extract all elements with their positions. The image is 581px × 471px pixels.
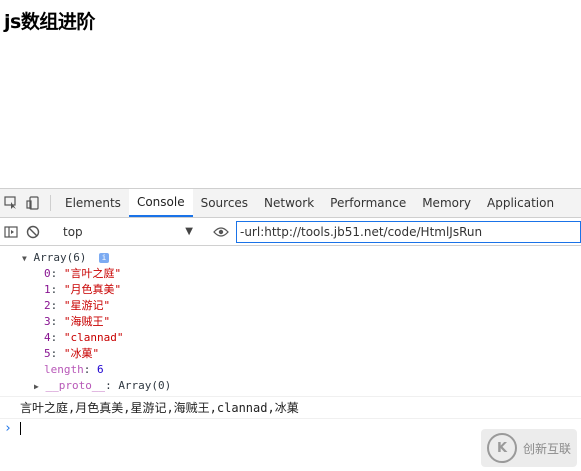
item-index: 5 — [44, 347, 51, 360]
length-value: 6 — [97, 363, 104, 376]
text-cursor — [19, 421, 21, 435]
list-item: 0: "言叶之庭" — [44, 267, 122, 280]
item-value: "星游记" — [63, 299, 111, 312]
watermark-text: 创新互联 — [523, 441, 572, 456]
console-toolbar: top ▼ -url:http://tools.jb51.net/code/Ht… — [0, 218, 581, 246]
watermark-logo: K 创新互联 — [481, 429, 577, 467]
list-item: 4: "clannad" — [44, 331, 124, 344]
live-expression-eye-icon[interactable] — [210, 226, 232, 238]
page-title: js数组进阶 — [4, 11, 95, 33]
array-header: Array(6) — [33, 251, 87, 264]
item-index: 4 — [44, 331, 51, 344]
tab-performance[interactable]: Performance — [322, 189, 414, 217]
list-item: 1: "月色真美" — [44, 283, 122, 296]
inspect-element-icon[interactable] — [0, 189, 22, 217]
item-value: "言叶之庭" — [63, 267, 122, 280]
array-header-row[interactable]: ▼ Array(6) i — [0, 250, 581, 266]
length-row: length: 6 — [44, 363, 104, 376]
item-value: "clannad" — [63, 331, 124, 344]
tab-elements[interactable]: Elements — [57, 189, 129, 217]
prompt-chevron-icon: › — [4, 420, 12, 436]
clear-console-icon[interactable] — [22, 225, 44, 239]
item-index: 0 — [44, 267, 51, 280]
console-filter-value: -url:http://tools.jb51.net/code/HtmlJsRu… — [240, 224, 483, 239]
list-item: 3: "海贼王" — [44, 315, 111, 328]
tab-application[interactable]: Application — [479, 189, 562, 217]
list-item: 5: "冰菓" — [44, 347, 100, 360]
log-message: 言叶之庭,月色真美,星游记,海贼王,clannad,冰菓 — [0, 396, 581, 419]
item-value: "月色真美" — [63, 283, 122, 296]
proto-value: Array(0) — [118, 379, 172, 392]
tab-console[interactable]: Console — [128, 189, 193, 217]
tab-network[interactable]: Network — [256, 189, 322, 217]
tab-sources[interactable]: Sources — [193, 189, 256, 217]
item-value: "冰菓" — [63, 347, 100, 360]
console-filter-input[interactable]: -url:http://tools.jb51.net/code/HtmlJsRu… — [236, 220, 581, 243]
dropdown-arrow-icon: ▼ — [185, 226, 193, 237]
item-value: "海贼王" — [63, 315, 111, 328]
tabbar-divider — [50, 195, 51, 211]
item-index: 3 — [44, 315, 51, 328]
expand-triangle-icon[interactable]: ▼ — [22, 254, 27, 263]
proto-row[interactable]: ▶ __proto__: Array(0) — [0, 378, 581, 394]
device-toolbar-icon[interactable] — [22, 189, 44, 217]
tab-memory[interactable]: Memory — [414, 189, 479, 217]
context-selector[interactable]: top ▼ — [57, 225, 197, 239]
proto-key: __proto__ — [45, 379, 106, 392]
expand-triangle-icon[interactable]: ▶ — [34, 382, 39, 391]
length-key: length — [44, 363, 84, 376]
context-label: top — [63, 224, 83, 239]
devtools-tabbar: Elements Console Sources Network Perform… — [0, 188, 581, 218]
item-index: 2 — [44, 299, 51, 312]
console-output: ▼ Array(6) i 0: "言叶之庭" 1: "月色真美" 2: "星游记… — [0, 246, 581, 437]
item-index: 1 — [44, 283, 51, 296]
info-icon[interactable]: i — [99, 253, 110, 263]
watermark-logo-icon: K — [487, 433, 517, 463]
list-item: 2: "星游记" — [44, 299, 111, 312]
console-sidebar-icon[interactable] — [0, 225, 22, 238]
